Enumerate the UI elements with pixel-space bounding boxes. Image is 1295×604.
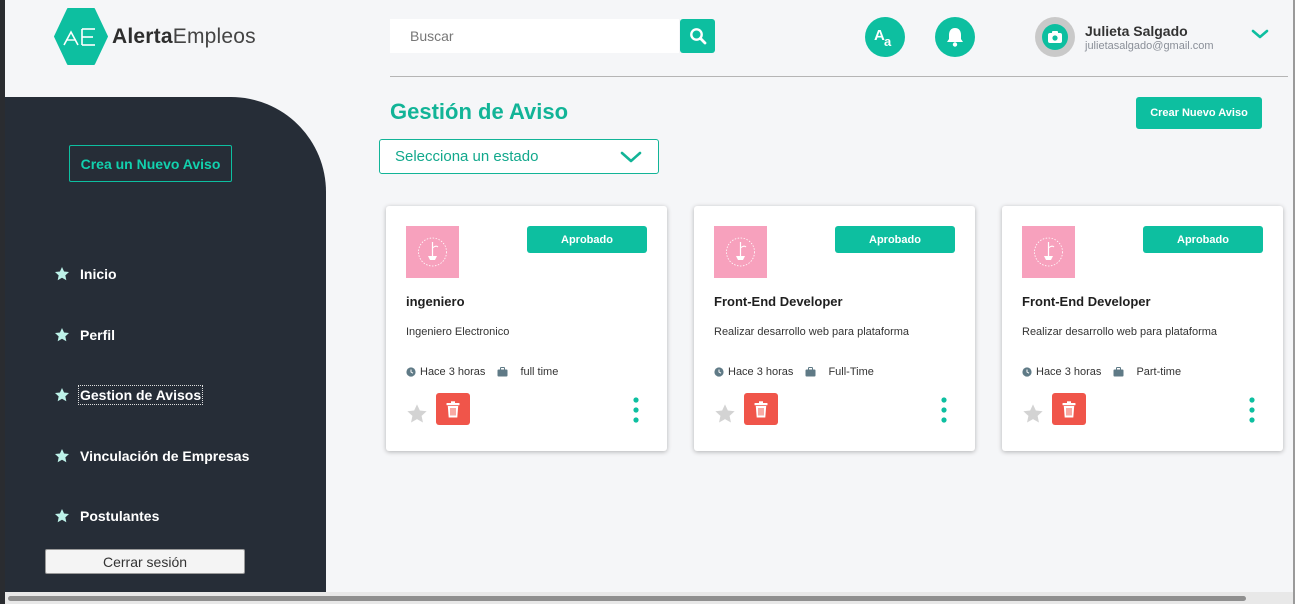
notifications-button[interactable] bbox=[935, 17, 975, 57]
card-description: Ingeniero Electronico bbox=[406, 326, 510, 338]
avatar[interactable] bbox=[1035, 17, 1075, 57]
sidebar-item-label: Gestion de Avisos bbox=[77, 385, 204, 405]
brand-name-light: Empleos bbox=[172, 24, 256, 48]
company-logo bbox=[1022, 226, 1075, 278]
clock-icon bbox=[1022, 367, 1032, 377]
brand-logo[interactable]: AlertaEmpleos bbox=[54, 8, 256, 65]
user-email: julietasalgado@gmail.com bbox=[1085, 40, 1214, 52]
star-icon bbox=[407, 404, 427, 423]
card-meta: Hace 3 horas full time bbox=[406, 366, 558, 378]
status-select[interactable]: Selecciona un estado bbox=[379, 139, 659, 174]
header-divider bbox=[390, 76, 1288, 77]
star-icon bbox=[715, 404, 735, 423]
briefcase-icon bbox=[805, 367, 816, 377]
card-time: Hace 3 horas bbox=[1036, 366, 1102, 378]
card-job-type: full time bbox=[520, 366, 559, 378]
sidebar-item-inicio[interactable]: Inicio bbox=[54, 266, 117, 282]
star-icon bbox=[55, 388, 69, 402]
sidebar-item-gestion-de-avisos[interactable]: Gestion de Avisos bbox=[54, 385, 204, 405]
brand-name: AlertaEmpleos bbox=[112, 25, 256, 49]
status-badge: Aprobado bbox=[835, 226, 955, 253]
trash-icon bbox=[1062, 400, 1076, 417]
search-icon bbox=[689, 28, 706, 45]
trash-icon bbox=[754, 400, 768, 417]
chevron-down-icon bbox=[620, 151, 642, 162]
card-job-type: Part-time bbox=[1136, 366, 1182, 378]
delete-button[interactable] bbox=[744, 393, 778, 425]
status-badge: Aprobado bbox=[1143, 226, 1263, 253]
create-ad-sidebar-button[interactable]: Crea un Nuevo Aviso bbox=[69, 145, 232, 182]
star-icon bbox=[55, 328, 69, 342]
user-name: Julieta Salgado bbox=[1085, 23, 1188, 39]
font-size-icon: A a bbox=[874, 27, 892, 49]
sidebar: Crea un Nuevo Aviso Inicio Perfil Gestio… bbox=[5, 97, 326, 592]
sidebar-item-label: Vinculación de Empresas bbox=[80, 448, 250, 464]
font-size-button[interactable]: A a bbox=[865, 17, 905, 57]
card-time: Hace 3 horas bbox=[728, 366, 794, 378]
company-logo bbox=[406, 226, 459, 278]
sidebar-item-label: Inicio bbox=[80, 266, 117, 282]
sidebar-item-postulantes[interactable]: Postulantes bbox=[54, 508, 159, 524]
briefcase-icon bbox=[1113, 367, 1124, 377]
card-job-type: Full-Time bbox=[828, 366, 874, 378]
delete-button[interactable] bbox=[436, 393, 470, 425]
clock-icon bbox=[406, 367, 416, 377]
search-button[interactable] bbox=[680, 19, 715, 53]
search-input[interactable] bbox=[390, 19, 679, 53]
card-title: ingeniero bbox=[406, 294, 465, 309]
more-options-button[interactable] bbox=[1246, 397, 1258, 423]
company-logo-graphic bbox=[726, 237, 755, 267]
sidebar-item-perfil[interactable]: Perfil bbox=[54, 327, 115, 343]
company-logo-graphic bbox=[418, 237, 447, 267]
avatar-badge bbox=[1042, 24, 1068, 50]
status-badge: Aprobado bbox=[527, 226, 647, 253]
camera-icon bbox=[1048, 31, 1062, 43]
chevron-down-icon bbox=[1251, 29, 1269, 39]
search-bar bbox=[390, 19, 715, 53]
sidebar-item-label: Postulantes bbox=[80, 508, 160, 524]
briefcase-icon bbox=[497, 367, 508, 377]
star-icon bbox=[55, 509, 69, 523]
logout-button[interactable]: Cerrar sesión bbox=[45, 549, 245, 574]
vertical-dots-icon bbox=[941, 397, 947, 423]
job-card[interactable]: Aprobado ingeniero Ingeniero Electronico… bbox=[386, 206, 667, 451]
clock-icon bbox=[714, 367, 724, 377]
favorite-button[interactable] bbox=[1022, 403, 1044, 430]
more-options-button[interactable] bbox=[630, 397, 642, 423]
status-select-value: Selecciona un estado bbox=[395, 148, 539, 165]
card-time: Hace 3 horas bbox=[420, 366, 486, 378]
card-description: Realizar desarrollo web para plataforma bbox=[1022, 326, 1218, 338]
favorite-button[interactable] bbox=[406, 403, 428, 430]
bell-icon bbox=[947, 28, 963, 47]
brand-name-bold: Alerta bbox=[112, 24, 173, 48]
alertaempleos-hexagon-logo-icon bbox=[54, 8, 108, 65]
company-logo-graphic bbox=[1034, 237, 1063, 267]
sidebar-item-label: Perfil bbox=[80, 327, 116, 343]
favorite-button[interactable] bbox=[714, 403, 736, 430]
card-title: Front-End Developer bbox=[714, 294, 843, 309]
job-card[interactable]: Aprobado Front-End Developer Realizar de… bbox=[1002, 206, 1283, 451]
more-options-button[interactable] bbox=[938, 397, 950, 423]
card-meta: Hace 3 horas Full-Time bbox=[714, 366, 874, 378]
create-ad-button[interactable]: Crear Nuevo Aviso bbox=[1136, 97, 1262, 129]
vertical-dots-icon bbox=[633, 397, 639, 423]
company-logo bbox=[714, 226, 767, 278]
trash-icon bbox=[446, 400, 460, 417]
card-title: Front-End Developer bbox=[1022, 294, 1151, 309]
star-icon bbox=[55, 267, 69, 281]
star-icon bbox=[55, 449, 69, 463]
job-card[interactable]: Aprobado Front-End Developer Realizar de… bbox=[694, 206, 975, 451]
delete-button[interactable] bbox=[1052, 393, 1086, 425]
card-meta: Hace 3 horas Part-time bbox=[1022, 366, 1181, 378]
vertical-dots-icon bbox=[1249, 397, 1255, 423]
sidebar-item-vinculacion-de-empresas[interactable]: Vinculación de Empresas bbox=[54, 448, 249, 464]
star-icon bbox=[1023, 404, 1043, 423]
card-description: Realizar desarrollo web para plataforma bbox=[714, 326, 910, 338]
page-title: Gestión de Aviso bbox=[390, 99, 569, 124]
svg-text:a: a bbox=[884, 34, 892, 49]
horizontal-scrollbar[interactable] bbox=[8, 596, 1246, 601]
user-menu-toggle[interactable] bbox=[1251, 27, 1269, 45]
